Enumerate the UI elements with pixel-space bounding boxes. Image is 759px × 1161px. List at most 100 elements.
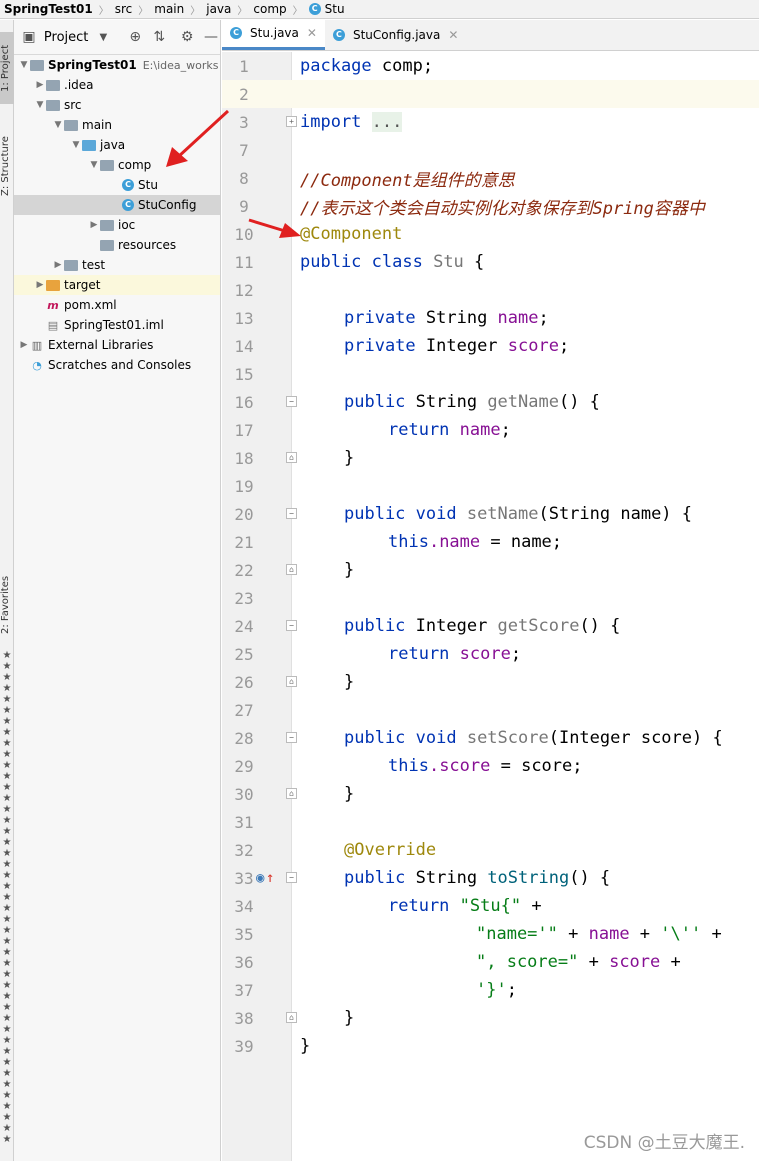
string-literal: "Stu{" [449,896,522,916]
line-number: 36 [234,952,254,972]
line-number: 37 [234,980,254,1000]
chevron-right-icon[interactable]: ▶ [18,340,30,350]
string-literal: "name='" [476,924,558,944]
chevron-right-icon[interactable]: ▶ [34,80,46,90]
tree-item-label: src [64,98,82,112]
fold-end-icon[interactable]: ⌂ [286,452,297,463]
tab-stuconfig-java[interactable]: C StuConfig.java ✕ [325,19,466,50]
line-number: 8 [239,168,249,188]
chevron-down-icon[interactable]: ▼ [18,60,30,70]
code-text: import ... [300,112,403,132]
code-line: 28 − public void setScore(Integer score) { [222,724,759,752]
tree-item-idea[interactable]: ▶ .idea [14,75,220,95]
tree-item-java[interactable]: ▼ java [14,135,220,155]
tree-item-test[interactable]: ▶ test [14,255,220,275]
tree-item-stu[interactable]: C Stu [14,175,220,195]
tree-item-springtest01[interactable]: ▼ SpringTest01 E:\idea_works [14,55,220,75]
package-icon [100,159,114,171]
tree-item-stuconfig[interactable]: C StuConfig [14,195,220,215]
gear-icon[interactable]: ⚙ [178,29,196,45]
tree-item-external-libraries[interactable]: ▶ ▥ External Libraries [14,335,220,355]
line-number: 30 [234,784,254,804]
chevron-down-icon[interactable]: ▼ [88,160,100,170]
tree-item-path: E:\idea_works [142,58,219,72]
code-text: } [344,560,355,580]
locate-icon[interactable]: ⊕ [126,29,144,45]
code-editor[interactable]: 1 package comp; 2 3 + import ... 7 8//Compo… [222,52,759,1161]
chevron-right-icon[interactable]: ▶ [88,220,100,230]
line-number: 27 [234,700,254,720]
class-icon: C [122,199,134,211]
chevron-right-icon[interactable]: ▶ [52,260,64,270]
field: name [497,308,539,328]
left-tool-strip: 1: Project Z: Structure 2: Favorites ★ ★ ★… [0,20,14,1161]
code-text: } [344,672,355,692]
code-line: 12 [222,276,759,304]
code-line: 33 ◉ ↑ − public String toString() { [222,864,759,892]
folded-imports[interactable]: ... [371,112,403,132]
tree-item-label: ioc [118,218,136,232]
fold-icon[interactable]: − [286,732,297,743]
keyword: public [344,616,406,636]
fold-end-icon[interactable]: ⌂ [286,564,297,575]
tool-tab-structure[interactable]: Z: Structure [0,120,14,212]
fold-icon[interactable]: − [286,872,297,883]
breadcrumb-stu[interactable]: C Stu [308,2,345,16]
tool-tab-project[interactable]: 1: Project [0,32,14,104]
breadcrumb-java[interactable]: java [206,2,231,16]
breadcrumb-comp[interactable]: comp [253,2,286,16]
folder-icon [64,259,78,271]
fold-end-icon[interactable]: ⌂ [286,788,297,799]
chevron-down-icon[interactable]: ▼ [70,140,82,150]
tree-item-src[interactable]: ▼ src [14,95,220,115]
chevron-down-icon[interactable]: ▼ [52,120,64,130]
breadcrumb-main[interactable]: main [154,2,184,16]
chevron-down-icon[interactable]: ▼ [34,100,46,110]
code-line: 9 //表示这个类会自动实例化对象保存到Spring容器中 [222,192,759,220]
fold-icon[interactable]: − [286,508,297,519]
keyword: public void [344,728,457,748]
chevron-right-icon[interactable]: ▶ [34,280,46,290]
line-number: 23 [234,588,254,608]
tree-item-comp[interactable]: ▼ comp [14,155,220,175]
tree-item-label: Scratches and Consoles [48,358,192,372]
annotation: @Component [300,224,403,244]
code-text: } [300,1036,311,1056]
line-number: 25 [234,644,254,664]
fold-end-icon[interactable]: ⌂ [286,1012,297,1023]
close-icon[interactable]: ✕ [448,28,458,42]
code-line: 19 [222,472,759,500]
code-token: () { [579,616,621,636]
code-text: return name; [388,420,511,440]
fold-icon[interactable]: − [286,620,297,631]
tree-item-ioc[interactable]: ▶ ioc [14,215,220,235]
chevron-down-icon[interactable]: ▼ [94,32,112,43]
tab-stu-java[interactable]: C Stu.java ✕ [222,19,325,50]
tool-tab-favorites[interactable]: 2: Favorites [0,560,14,650]
line-number: 22 [234,560,254,580]
minimize-icon[interactable]: — [202,29,220,45]
fold-plus-icon[interactable]: + [286,116,297,127]
close-icon[interactable]: ✕ [307,26,317,40]
code-line: 7 [222,136,759,164]
breadcrumb-project[interactable]: SpringTest01 [4,2,93,16]
tree-item-resources[interactable]: resources [14,235,220,255]
folder-icon [64,119,78,131]
up-arrow-icon[interactable]: ↑ [266,870,274,886]
fold-end-icon[interactable]: ⌂ [286,676,297,687]
folder-icon [46,99,60,111]
method-name: setScore [456,728,549,748]
tree-item-target[interactable]: ▶ target [14,275,220,295]
tree-item-main[interactable]: ▼ main [14,115,220,135]
tree-item-label: comp [118,158,152,172]
tree-item-iml[interactable]: ▤ SpringTest01.iml [14,315,220,335]
override-marker-icon[interactable]: ◉ [256,870,264,886]
breadcrumb-src[interactable]: src [115,2,133,16]
fold-icon[interactable]: − [286,396,297,407]
project-panel-title[interactable]: Project [44,30,88,45]
tree-item-scratches[interactable]: ◔ Scratches and Consoles [14,355,220,375]
line-number: 1 [239,56,249,76]
chevron-right-icon: 〉 [190,5,201,17]
tree-item-pom[interactable]: m pom.xml [14,295,220,315]
collapse-all-icon[interactable]: ⇅ [150,29,168,45]
